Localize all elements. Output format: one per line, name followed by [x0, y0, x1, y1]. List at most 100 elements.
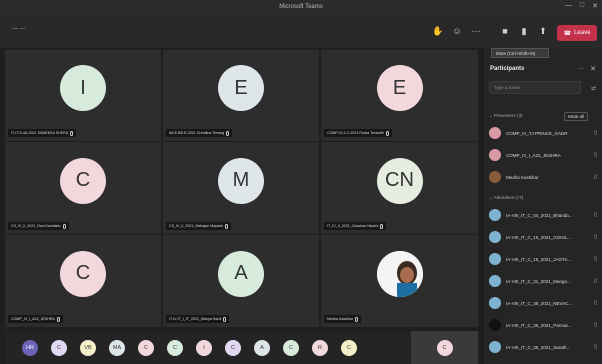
more-icon[interactable]: ···: [468, 23, 484, 39]
participant-name-tag: IT-IT-S-4A-2021 SAMEEKA SHERA: [8, 129, 77, 137]
participant-strip: HR C VB MA C C I C A C R C: [5, 331, 478, 364]
participant-row[interactable]: IA-VIII_IT_C_36_2021_NEVAC... ▯: [489, 295, 597, 311]
participant-name: IT-IT-S-4A-2021 SAMEEKA SHERA: [11, 131, 69, 135]
share-icon[interactable]: ⬆: [535, 23, 551, 39]
participant-name-tag: COMP_IV_I_A22_JESHRA: [8, 315, 63, 323]
participant-name: IA-VIII_IT_C_04_2021_Bhanda...: [506, 212, 573, 218]
participant-avatar: E: [376, 65, 423, 112]
participant-name: IA-VIII_IT_C_16_2021_JAGTA...: [506, 256, 572, 262]
participant-row[interactable]: COMP_IV_I_A22_JESHRA ▯: [489, 147, 597, 163]
strip-avatar[interactable]: C: [341, 339, 357, 356]
attendees-section-label[interactable]: ⌄ Attendees (17): [489, 195, 523, 201]
strip-avatar[interactable]: MA: [109, 339, 125, 356]
participant-avatar: [489, 297, 501, 309]
panel-more-icon[interactable]: ···: [578, 66, 584, 72]
participant-row[interactable]: COMP_IV_TJ PRINCE_GADR ▯: [489, 125, 597, 141]
participant-row[interactable]: IA-VIII_IT_C_16_2021_GOHIL... ▯: [489, 229, 597, 245]
mic-icon: [223, 316, 227, 322]
video-tile[interactable]: C CS_IV_II_2021_Ravi Kashiabh: [5, 142, 161, 234]
participant-row[interactable]: IA-VIII_IT_C_36_2021_Sarath... ▯: [489, 339, 597, 355]
reactions-icon[interactable]: ☺: [449, 23, 465, 39]
camera-icon[interactable]: ■: [497, 23, 513, 39]
video-tile[interactable]: A IT-IV-IT_I_IT_2021_Manya Hardi: [163, 235, 319, 327]
mic-off-icon: ▯: [594, 212, 597, 218]
panel-title: Participants: [490, 66, 525, 72]
participant-name: IA-VIII_IT_C_31_2021_Mango...: [506, 278, 571, 284]
window-title: Microsoft Teams: [279, 4, 323, 10]
strip-avatar[interactable]: C: [167, 339, 183, 356]
video-tile[interactable]: C COMP_IV_I_A22_JESHRA: [5, 235, 161, 327]
participant-name-tag: CS_IV_II_2021_Mahajan Mayank: [166, 222, 231, 230]
participant-name: IA-VIII_IT_C_36_2021_Parmar...: [506, 322, 572, 328]
strip-avatar[interactable]: C: [225, 339, 241, 356]
leave-button[interactable]: ☎ Leave: [557, 25, 597, 41]
participant-row[interactable]: IA-VIII_IT_C_16_2021_JAGTA... ▯: [489, 251, 597, 267]
minimize-button[interactable]: —: [565, 2, 572, 10]
mic-off-icon: ▯: [594, 278, 597, 284]
participant-row[interactable]: Medha Kashikar ▯: [489, 169, 597, 185]
participant-avatar: A: [218, 250, 264, 297]
participants-panel: Participants ··· ✕ Type a name ⇄ ⌄ Prese…: [482, 48, 602, 364]
mic-icon[interactable]: ▮: [516, 23, 532, 39]
video-tile[interactable]: E MCE-BE-E-2021 Greatlina Timang: [163, 50, 319, 141]
participant-row[interactable]: IA-VIII_IT_C_31_2021_Mango... ▯: [489, 273, 597, 289]
participant-name: Medha Kashikar: [506, 174, 539, 180]
mic-icon: [62, 223, 66, 229]
close-window-button[interactable]: ✕: [592, 2, 598, 10]
participant-name: COMP_IV_TJ PRINCE_GADR: [506, 130, 568, 136]
participant-row[interactable]: IA-VIII_IT_C_36_2021_Parmar... ▯: [489, 317, 597, 333]
mic-icon: [354, 316, 358, 322]
phone-hangup-icon: ☎: [563, 30, 572, 37]
participant-name-tag: Medha Kashikar: [324, 315, 361, 323]
video-tile[interactable]: CN IT_IV_II_2021_Chauhan Nivarhi: [321, 142, 478, 234]
meeting-timer: — —: [12, 26, 26, 32]
participant-avatar: [489, 319, 501, 331]
participant-avatar: [489, 231, 501, 243]
mic-icon: [380, 223, 384, 229]
participant-avatar: [489, 275, 501, 287]
participant-avatar: [489, 253, 501, 265]
participant-search-input[interactable]: Type a name: [489, 81, 581, 94]
strip-avatar[interactable]: R: [312, 339, 328, 356]
strip-avatar[interactable]: C: [138, 339, 154, 356]
mic-off-icon: ▯: [594, 344, 597, 350]
participant-name: IT_IV_II_2021_Chauhan Nivarhi: [327, 224, 379, 228]
participant-avatar: I: [60, 65, 106, 112]
participant-name: COMP_IV_I_A22_JESHRA: [11, 317, 55, 321]
participant-name: CS_IV_II_2021_Mahajan Mayank: [169, 224, 223, 228]
strip-avatar[interactable]: HR: [22, 339, 38, 356]
mic-off-icon: ▯: [594, 322, 597, 328]
participant-name: COMP_IV_I_A22_JESHRA: [506, 152, 561, 158]
share-invite-icon[interactable]: ⇄: [591, 85, 596, 92]
strip-avatar[interactable]: VB: [80, 339, 96, 356]
participant-avatar: [489, 127, 501, 139]
strip-avatar[interactable]: C: [283, 339, 299, 356]
video-tile[interactable]: Medha Kashikar: [321, 235, 478, 327]
participant-name-tag: MCE-BE-E-2021 Greatlina Timang: [166, 129, 233, 137]
title-bar: Microsoft Teams — □ ✕: [0, 0, 602, 14]
teams-window: Microsoft Teams — □ ✕ — — ✋ ☺ ··· ■ ▮ ⬆ …: [0, 0, 602, 364]
video-tile[interactable]: I IT-IT-S-4A-2021 SAMEEKA SHERA: [5, 50, 161, 141]
video-tile[interactable]: E COMP-IV-1-C-2021 Rudra Tresmith: [321, 50, 478, 141]
participant-avatar: CN: [376, 157, 423, 204]
maximize-button[interactable]: □: [580, 2, 584, 10]
mic-off-icon: ▯: [594, 174, 597, 180]
participant-row[interactable]: IA-VIII_IT_C_04_2021_Bhanda... ▯: [489, 207, 597, 223]
raise-hand-icon[interactable]: ✋: [430, 23, 446, 39]
panel-close-icon[interactable]: ✕: [590, 65, 596, 73]
participant-name: IT-IV-IT_I_IT_2021_Manya Hardi: [169, 317, 222, 321]
strip-avatar: C: [436, 339, 453, 356]
mic-off-icon: ▯: [594, 152, 597, 158]
participant-avatar: E: [218, 65, 264, 112]
participant-name-tag: IT_IV_II_2021_Chauhan Nivarhi: [324, 222, 387, 230]
mute-all-button[interactable]: Mute all: [564, 112, 588, 121]
strip-avatar[interactable]: C: [51, 339, 67, 356]
strip-overflow-tile[interactable]: C: [411, 331, 478, 364]
strip-avatar[interactable]: I: [196, 339, 212, 356]
presenters-section-label[interactable]: ⌄ Presenters (3): [489, 113, 523, 119]
mic-off-icon: ▯: [594, 234, 597, 240]
participant-name-tag: COMP-IV-1-C-2021 Rudra Tresmith: [324, 129, 392, 137]
video-tile[interactable]: M CS_IV_II_2021_Mahajan Mayank: [163, 142, 319, 234]
participant-avatar: [489, 341, 501, 353]
strip-avatar[interactable]: A: [254, 339, 270, 356]
